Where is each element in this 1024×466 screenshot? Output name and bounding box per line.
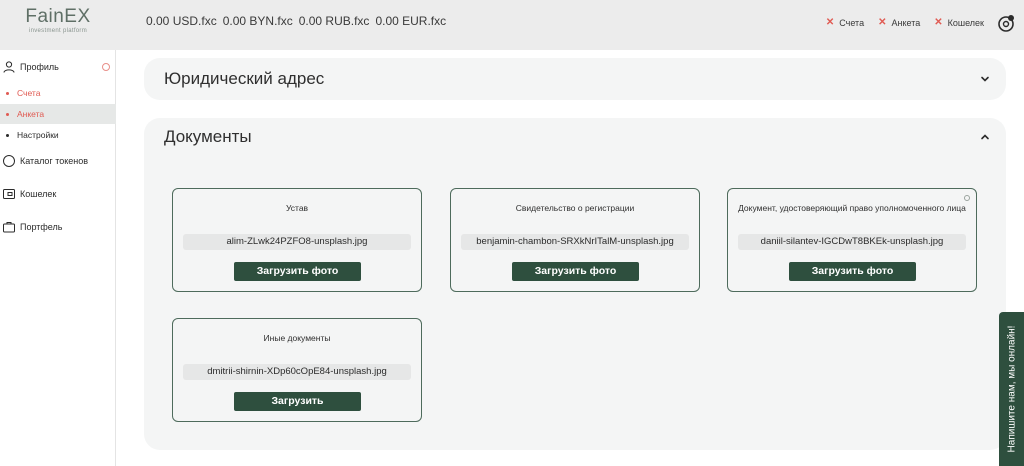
bullet-icon (6, 112, 9, 116)
balance-usd: 0.00 USD.fxc (146, 14, 217, 28)
document-label: Устав (285, 203, 309, 213)
documents-title: Документы (164, 127, 252, 146)
file-name: benjamin-chambon-SRXkNrITalM-unsplash.jp… (461, 234, 689, 250)
documents-panel: Документы Устав alim-ZLwk24PZFO8-unsplas… (144, 118, 1006, 450)
sidebar-sub-accounts[interactable]: Счета (0, 83, 116, 103)
status-accounts[interactable]: ✕ Счета (826, 17, 864, 28)
file-name: daniil-silantev-IGCDwT8BKEk-unsplash.jpg (738, 234, 966, 250)
chat-label: Напишите нам, мы онлайн! (1006, 325, 1017, 453)
upload-photo-button[interactable]: Загрузить фото (234, 262, 361, 281)
logo[interactable]: FainEX investment platform (18, 6, 98, 34)
sidebar-item-wallet[interactable]: Кошелек (0, 187, 116, 201)
balance-eur: 0.00 EUR.fxc (375, 14, 447, 28)
document-card: Иные документы dmitrii-shirnin-XDp60cOpE… (172, 318, 422, 422)
user-icon (3, 61, 15, 73)
cross-icon: ✕ (878, 17, 887, 28)
balance-rub: 0.00 RUB.fxc (298, 14, 370, 28)
sidebar-sub-label: Настройки (17, 130, 59, 140)
sidebar-item-profile[interactable]: Профиль (0, 60, 116, 74)
sidebar: Профиль Счета Анкета Настройки Каталог т… (0, 50, 116, 466)
cross-icon: ✕ (934, 17, 943, 28)
sidebar-item-label: Профиль (20, 62, 59, 72)
sidebar-sub-label: Анкета (17, 109, 45, 119)
file-name: dmitrii-shirnin-XDp60cOpE84-unsplash.jpg (183, 364, 411, 380)
legal-address-title: Юридический адрес (164, 69, 325, 88)
upload-button[interactable]: Загрузить (234, 392, 361, 411)
gear-icon[interactable] (996, 13, 1016, 33)
chevron-up-icon[interactable] (980, 132, 990, 142)
circle-icon (3, 155, 15, 167)
document-card: Документ, удостоверяющий право уполномоч… (727, 188, 977, 292)
upload-photo-button[interactable]: Загрузить фото (512, 262, 639, 281)
file-name: alim-ZLwk24PZFO8-unsplash.jpg (183, 234, 411, 250)
sidebar-item-label: Портфель (20, 222, 63, 232)
wallet-icon (3, 189, 15, 199)
document-label: Документ, удостоверяющий право уполномоч… (738, 203, 966, 213)
upload-photo-button[interactable]: Загрузить фото (789, 262, 916, 281)
briefcase-icon (3, 222, 15, 233)
legal-address-panel[interactable]: Юридический адрес (144, 58, 1006, 100)
chevron-down-icon[interactable] (980, 74, 990, 84)
balance-byn: 0.00 BYN.fxc (222, 14, 293, 28)
status-label: Кошелек (947, 17, 984, 28)
document-label: Иные документы (263, 333, 331, 343)
chat-tab[interactable]: Напишите нам, мы онлайн! (999, 312, 1024, 466)
document-label: Свидетельство о регистрации (515, 203, 635, 213)
sidebar-sub-questionnaire[interactable]: Анкета (0, 104, 116, 124)
sidebar-item-portfolio[interactable]: Портфель (0, 220, 116, 234)
bullet-icon (6, 91, 9, 95)
logo-title: FainEX (25, 6, 91, 27)
status-wallet[interactable]: ✕ Кошелек (934, 17, 984, 28)
bullet-icon (6, 133, 9, 137)
info-icon (964, 195, 970, 201)
sidebar-item-label: Каталог токенов (20, 156, 89, 166)
sidebar-item-token-catalog[interactable]: Каталог токенов (0, 154, 116, 168)
status-label: Анкета (891, 17, 921, 28)
status-items: ✕ Счета ✕ Анкета ✕ Кошелек (826, 17, 984, 28)
status-label: Счета (839, 17, 865, 28)
alert-icon (102, 63, 110, 71)
main-content: Юридический адрес Документы Устав alim-Z… (117, 50, 1024, 466)
balances: 0.00 USD.fxc 0.00 BYN.fxc 0.00 RUB.fxc 0… (146, 14, 446, 28)
document-card: Устав alim-ZLwk24PZFO8-unsplash.jpg Загр… (172, 188, 422, 292)
document-card: Свидетельство о регистрации benjamin-cha… (450, 188, 700, 292)
sidebar-sub-settings[interactable]: Настройки (0, 125, 116, 145)
logo-subtitle: investment platform (28, 28, 88, 34)
sidebar-item-label: Кошелек (20, 189, 57, 199)
cross-icon: ✕ (825, 17, 835, 28)
status-questionnaire[interactable]: ✕ Анкета (878, 17, 920, 28)
sidebar-sub-label: Счета (17, 88, 41, 98)
top-bar: FainEX investment platform 0.00 USD.fxc … (0, 0, 1024, 50)
